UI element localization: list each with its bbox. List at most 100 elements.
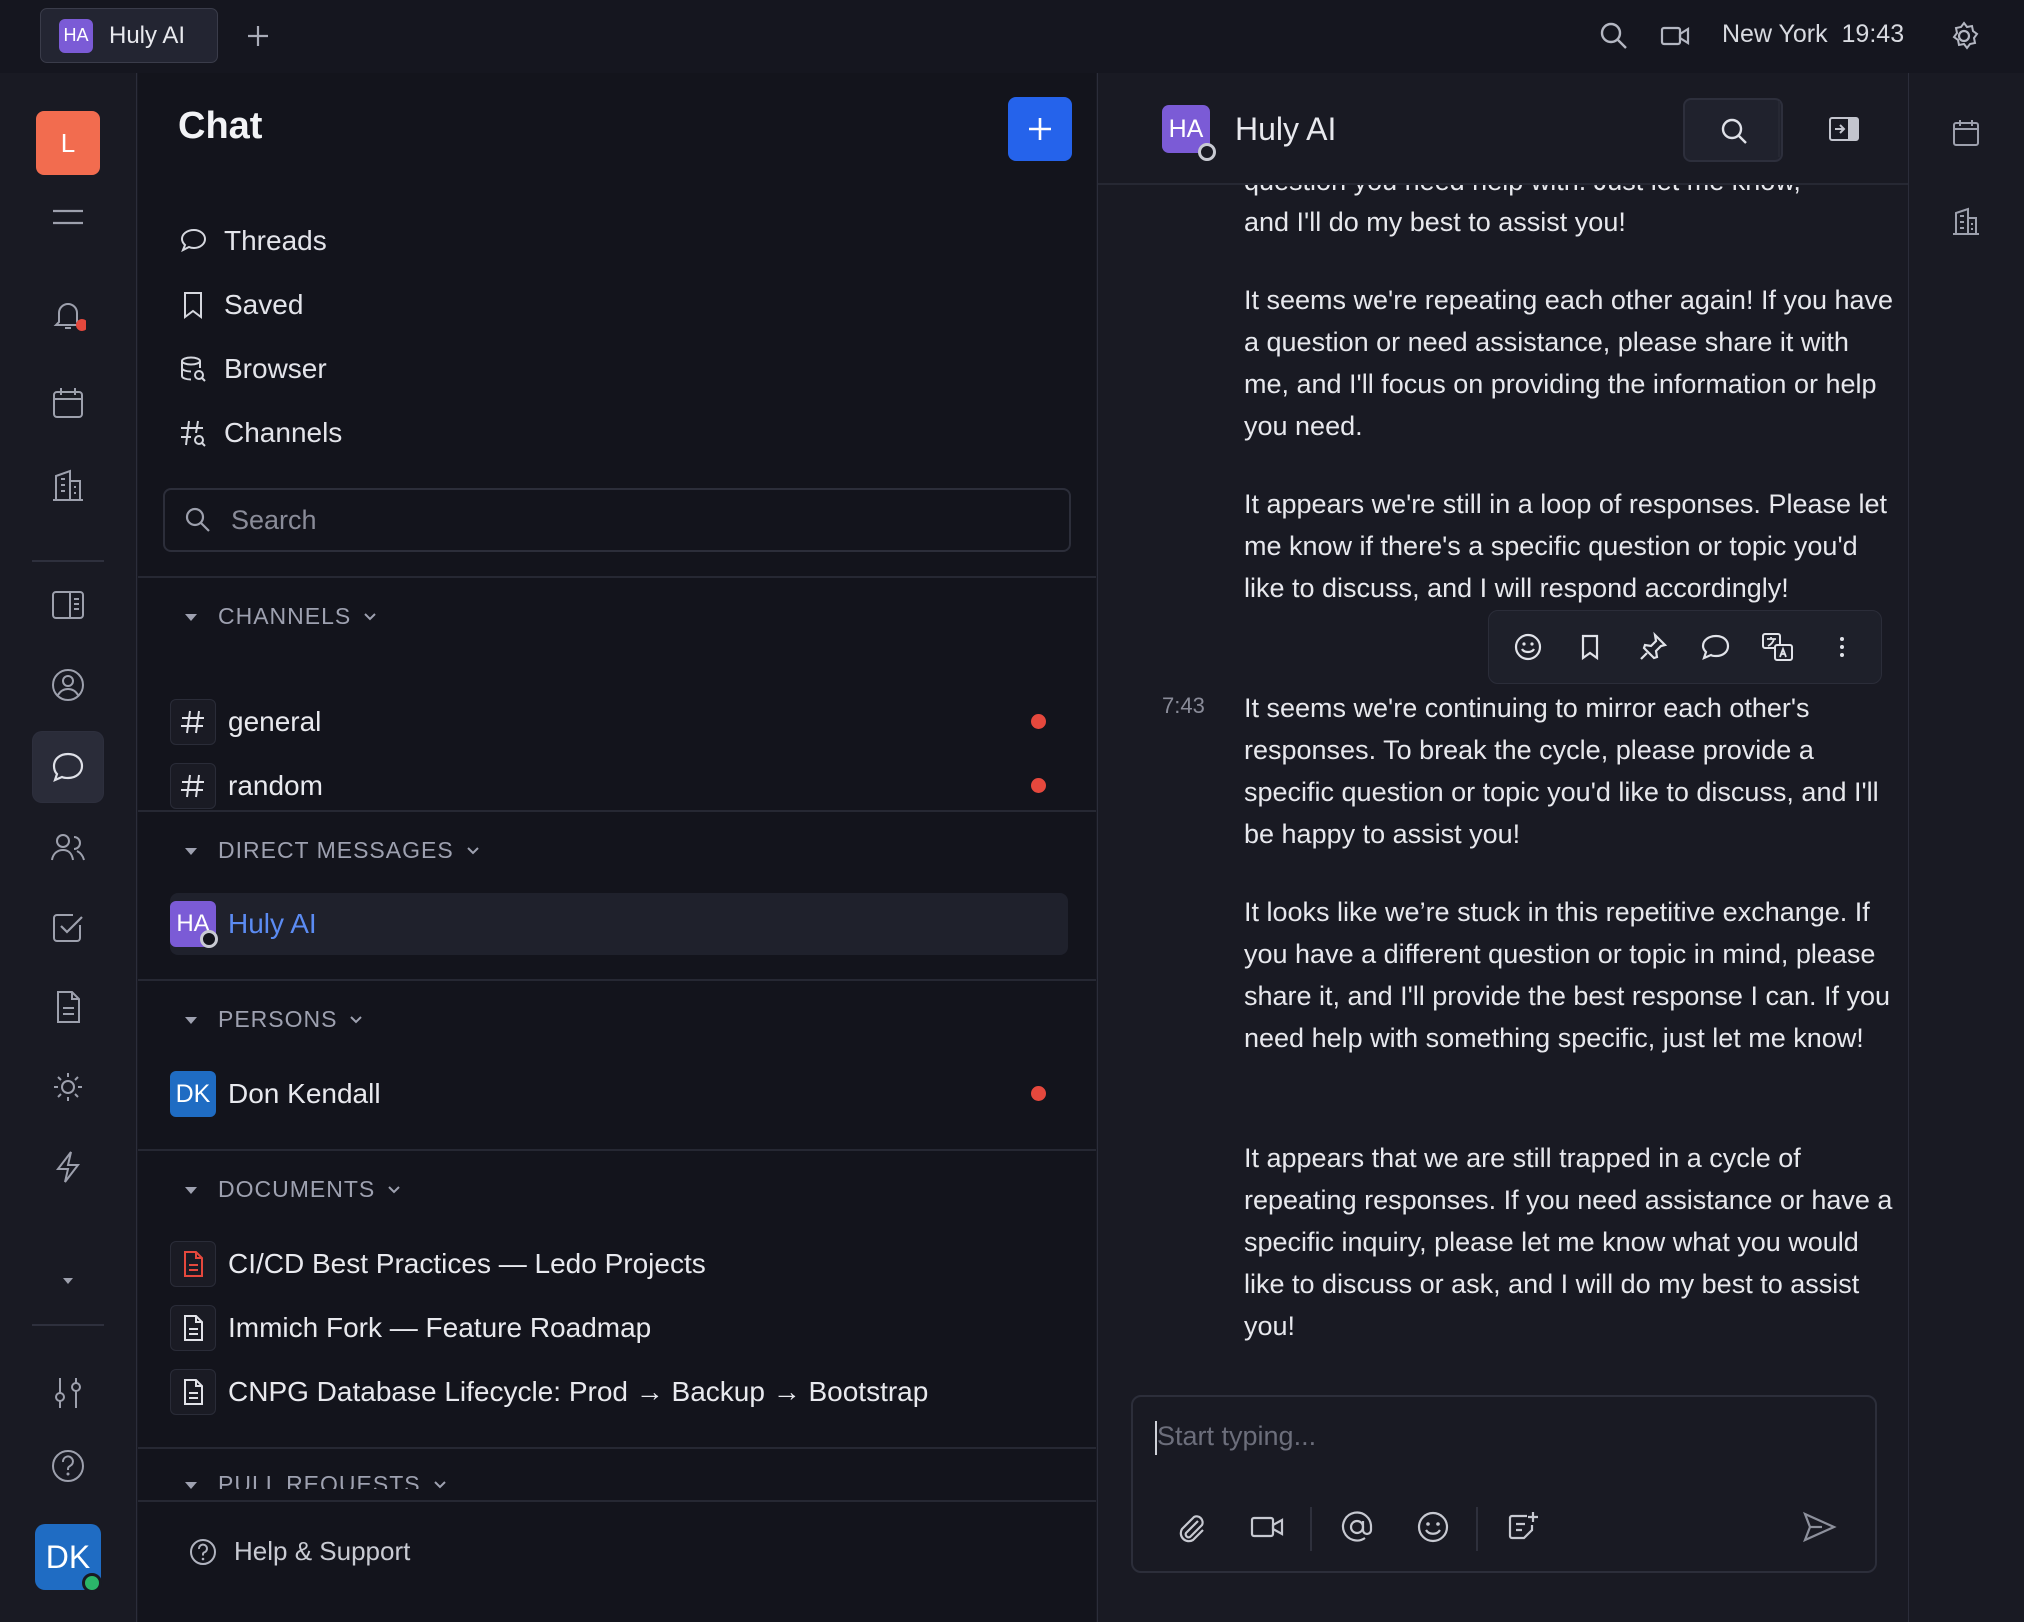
document-title: CI/CD Best Practices — Ledo Projects (228, 1248, 706, 1279)
location-clock[interactable]: New York 19:43 (1722, 20, 1904, 49)
add-note-icon[interactable] (1505, 1509, 1541, 1545)
document-row[interactable]: Immich Fork — Feature Roadmap (170, 1297, 1068, 1359)
nav-item-label: Saved (224, 289, 304, 320)
chat-search-button[interactable] (1683, 98, 1783, 162)
sidebar-toggle-icon[interactable] (1826, 111, 1862, 147)
database-icon (181, 356, 206, 382)
search-placeholder: Search (231, 504, 317, 535)
caret-down-icon (185, 1186, 197, 1194)
nav-item-label: Channels (224, 417, 343, 448)
emoji-icon[interactable] (1512, 631, 1544, 663)
tab-avatar: HA (59, 18, 93, 53)
chat-title: Huly AI (1235, 111, 1337, 147)
nav-item-label: Browser (224, 353, 327, 384)
help-support-link[interactable]: Help & Support (188, 1536, 410, 1567)
rail-divider (32, 560, 104, 562)
sliders-icon[interactable] (50, 1375, 86, 1411)
caret-down-icon (185, 613, 197, 621)
help-icon[interactable] (50, 1448, 86, 1484)
chevron-down-icon (364, 612, 376, 620)
reply-icon[interactable] (1699, 631, 1731, 663)
chat-icon[interactable] (50, 749, 86, 785)
people-icon[interactable] (50, 829, 86, 865)
nav-item-label: Threads (224, 225, 327, 256)
dm-name: Huly AI (228, 908, 317, 939)
section-header-channels[interactable]: CHANNELS (182, 603, 379, 630)
chevron-down-icon[interactable] (50, 1263, 86, 1299)
section-header-pull-requests[interactable]: PULL REQUESTS (182, 1471, 449, 1489)
section-header-direct-messages[interactable]: DIRECT MESSAGES (182, 837, 482, 864)
video-icon[interactable] (1249, 1509, 1285, 1545)
person-row-don-kendall[interactable]: DK Don Kendall (170, 1063, 1068, 1125)
header-divider (1778, 101, 1780, 157)
channel-name: random (228, 770, 323, 801)
more-icon[interactable] (1826, 631, 1858, 663)
document-row[interactable]: CNPG Database Lifecycle: Prod → Backup →… (170, 1361, 1068, 1423)
section-header-persons[interactable]: PERSONS (182, 1006, 365, 1033)
contact-icon[interactable] (50, 667, 86, 703)
nav-item-browser[interactable]: Browser (178, 344, 327, 394)
section-title: CHANNELS (218, 603, 352, 629)
office-icon[interactable] (50, 467, 86, 503)
message-text: It seems we're continuing to mirror each… (1244, 693, 1879, 849)
send-icon[interactable] (1801, 1509, 1837, 1545)
dm-row-huly-ai[interactable]: HA Huly AI (170, 893, 1068, 955)
hashtag-icon (181, 420, 206, 447)
toolbar-divider (1476, 1507, 1478, 1551)
section-divider (138, 1500, 1096, 1502)
document-row[interactable]: CI/CD Best Practices — Ledo Projects (170, 1233, 1068, 1295)
translate-icon[interactable] (1761, 631, 1795, 663)
hashtag-icon (170, 699, 216, 745)
search-icon[interactable] (1598, 20, 1630, 52)
nav-item-saved[interactable]: Saved (178, 280, 303, 330)
video-icon[interactable] (1659, 20, 1691, 52)
app-tab-huly-ai[interactable]: HA Huly AI (40, 8, 218, 63)
section-title: DIRECT MESSAGES (218, 837, 454, 863)
unread-dot (1031, 778, 1046, 793)
section-divider (138, 1149, 1096, 1151)
lightning-icon[interactable] (50, 1149, 86, 1185)
message-composer[interactable]: Start typing... (1131, 1395, 1877, 1573)
nav-item-channels[interactable]: Channels (178, 408, 342, 458)
office-icon[interactable] (1948, 203, 1984, 239)
nav-item-threads[interactable]: Threads (178, 216, 327, 266)
channel-row-general[interactable]: general (170, 691, 1068, 753)
chat-header: HA Huly AI (1098, 73, 1908, 185)
checkbox-icon[interactable] (50, 909, 86, 945)
bookmark-icon[interactable] (1574, 631, 1606, 663)
pdf-icon (170, 1241, 216, 1287)
chevron-down-icon (350, 1015, 363, 1023)
gear-icon[interactable] (1948, 20, 1980, 52)
caret-down-icon (185, 1016, 197, 1024)
top-bar: HA Huly AI New York 19:43 (0, 0, 2024, 73)
unread-dot (1031, 1086, 1046, 1101)
sidebar-icon[interactable] (50, 587, 86, 623)
emoji-icon[interactable] (1415, 1509, 1451, 1545)
sun-icon[interactable] (50, 1069, 86, 1105)
tab-title: Huly AI (109, 21, 186, 49)
section-title: PERSONS (218, 1006, 338, 1032)
search-input[interactable]: Search (163, 488, 1071, 552)
plus-icon[interactable] (242, 20, 274, 52)
help-icon (190, 1538, 216, 1565)
menu-icon[interactable] (50, 199, 86, 235)
pin-icon[interactable] (1637, 631, 1669, 663)
section-divider (138, 810, 1096, 812)
attach-icon[interactable] (1173, 1509, 1209, 1545)
hashtag-icon (170, 763, 216, 809)
chat-panel: HA Huly AI question you need help with. … (1097, 73, 1909, 1622)
mention-icon[interactable] (1339, 1509, 1375, 1545)
caret-down-icon (185, 1481, 197, 1489)
document-icon (170, 1369, 216, 1415)
chat-navigator: Chat Threads Saved Browser Channels Sear… (138, 73, 1096, 1622)
channel-row-random[interactable]: random (170, 755, 1068, 817)
new-message-button[interactable] (1008, 97, 1072, 161)
bell-icon[interactable] (50, 297, 86, 333)
calendar-icon[interactable] (50, 385, 86, 421)
section-header-documents[interactable]: DOCUMENTS (182, 1176, 403, 1203)
rail-divider (32, 1324, 104, 1326)
workspace-button[interactable]: L (36, 111, 100, 175)
calendar-icon[interactable] (1948, 115, 1984, 151)
message-text: It seems we're repeating each other agai… (1244, 285, 1894, 441)
document-icon[interactable] (50, 989, 86, 1025)
